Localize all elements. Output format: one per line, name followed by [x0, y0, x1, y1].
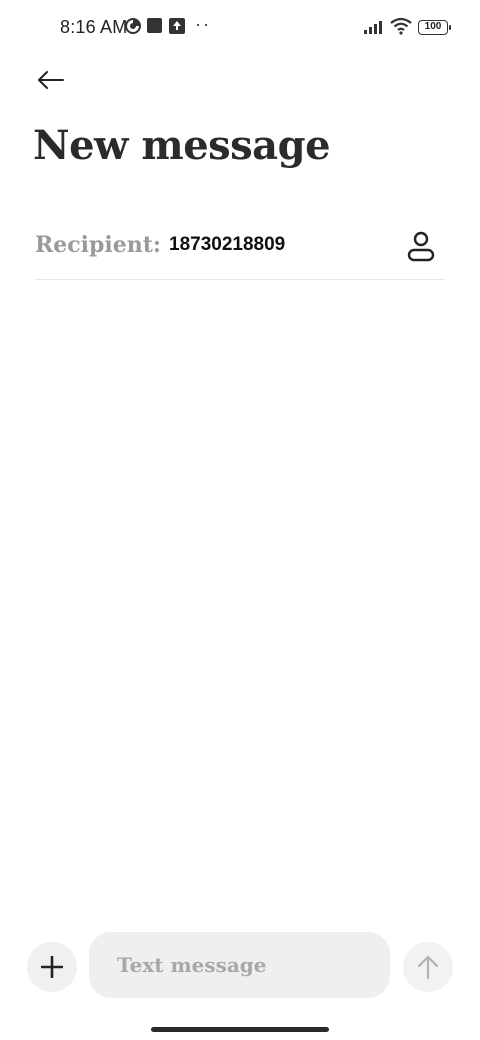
battery-icon: 100: [418, 20, 451, 35]
more-notifications-icon: ··: [195, 14, 211, 34]
page-title: New message: [33, 122, 331, 169]
send-arrow-icon: [417, 955, 439, 979]
plus-icon: [41, 956, 63, 978]
signal-icon: [364, 21, 382, 34]
add-attachment-button[interactable]: [27, 942, 77, 992]
new-message-screen: 8:16 AM ·· 100 New message Recipient: 18…: [0, 0, 480, 1040]
send-button[interactable]: [403, 942, 453, 992]
status-time: 8:16 AM: [60, 17, 128, 37]
recipient-input[interactable]: 18730218809: [169, 234, 285, 256]
upload-notification-icon: [169, 18, 185, 34]
person-icon: [407, 231, 435, 262]
back-button[interactable]: [30, 60, 70, 100]
recipient-field[interactable]: Recipient: 18730218809: [35, 222, 445, 280]
back-arrow-icon: [38, 71, 64, 89]
home-indicator[interactable]: [151, 1027, 329, 1032]
recipient-label: Recipient:: [35, 232, 162, 258]
data-saver-icon: [125, 18, 141, 34]
status-bar: 8:16 AM ·· 100: [0, 0, 480, 56]
wifi-icon: [390, 17, 412, 35]
square-notification-icon: [147, 18, 162, 33]
contact-picker-button[interactable]: [405, 230, 437, 264]
message-input[interactable]: [89, 932, 390, 998]
